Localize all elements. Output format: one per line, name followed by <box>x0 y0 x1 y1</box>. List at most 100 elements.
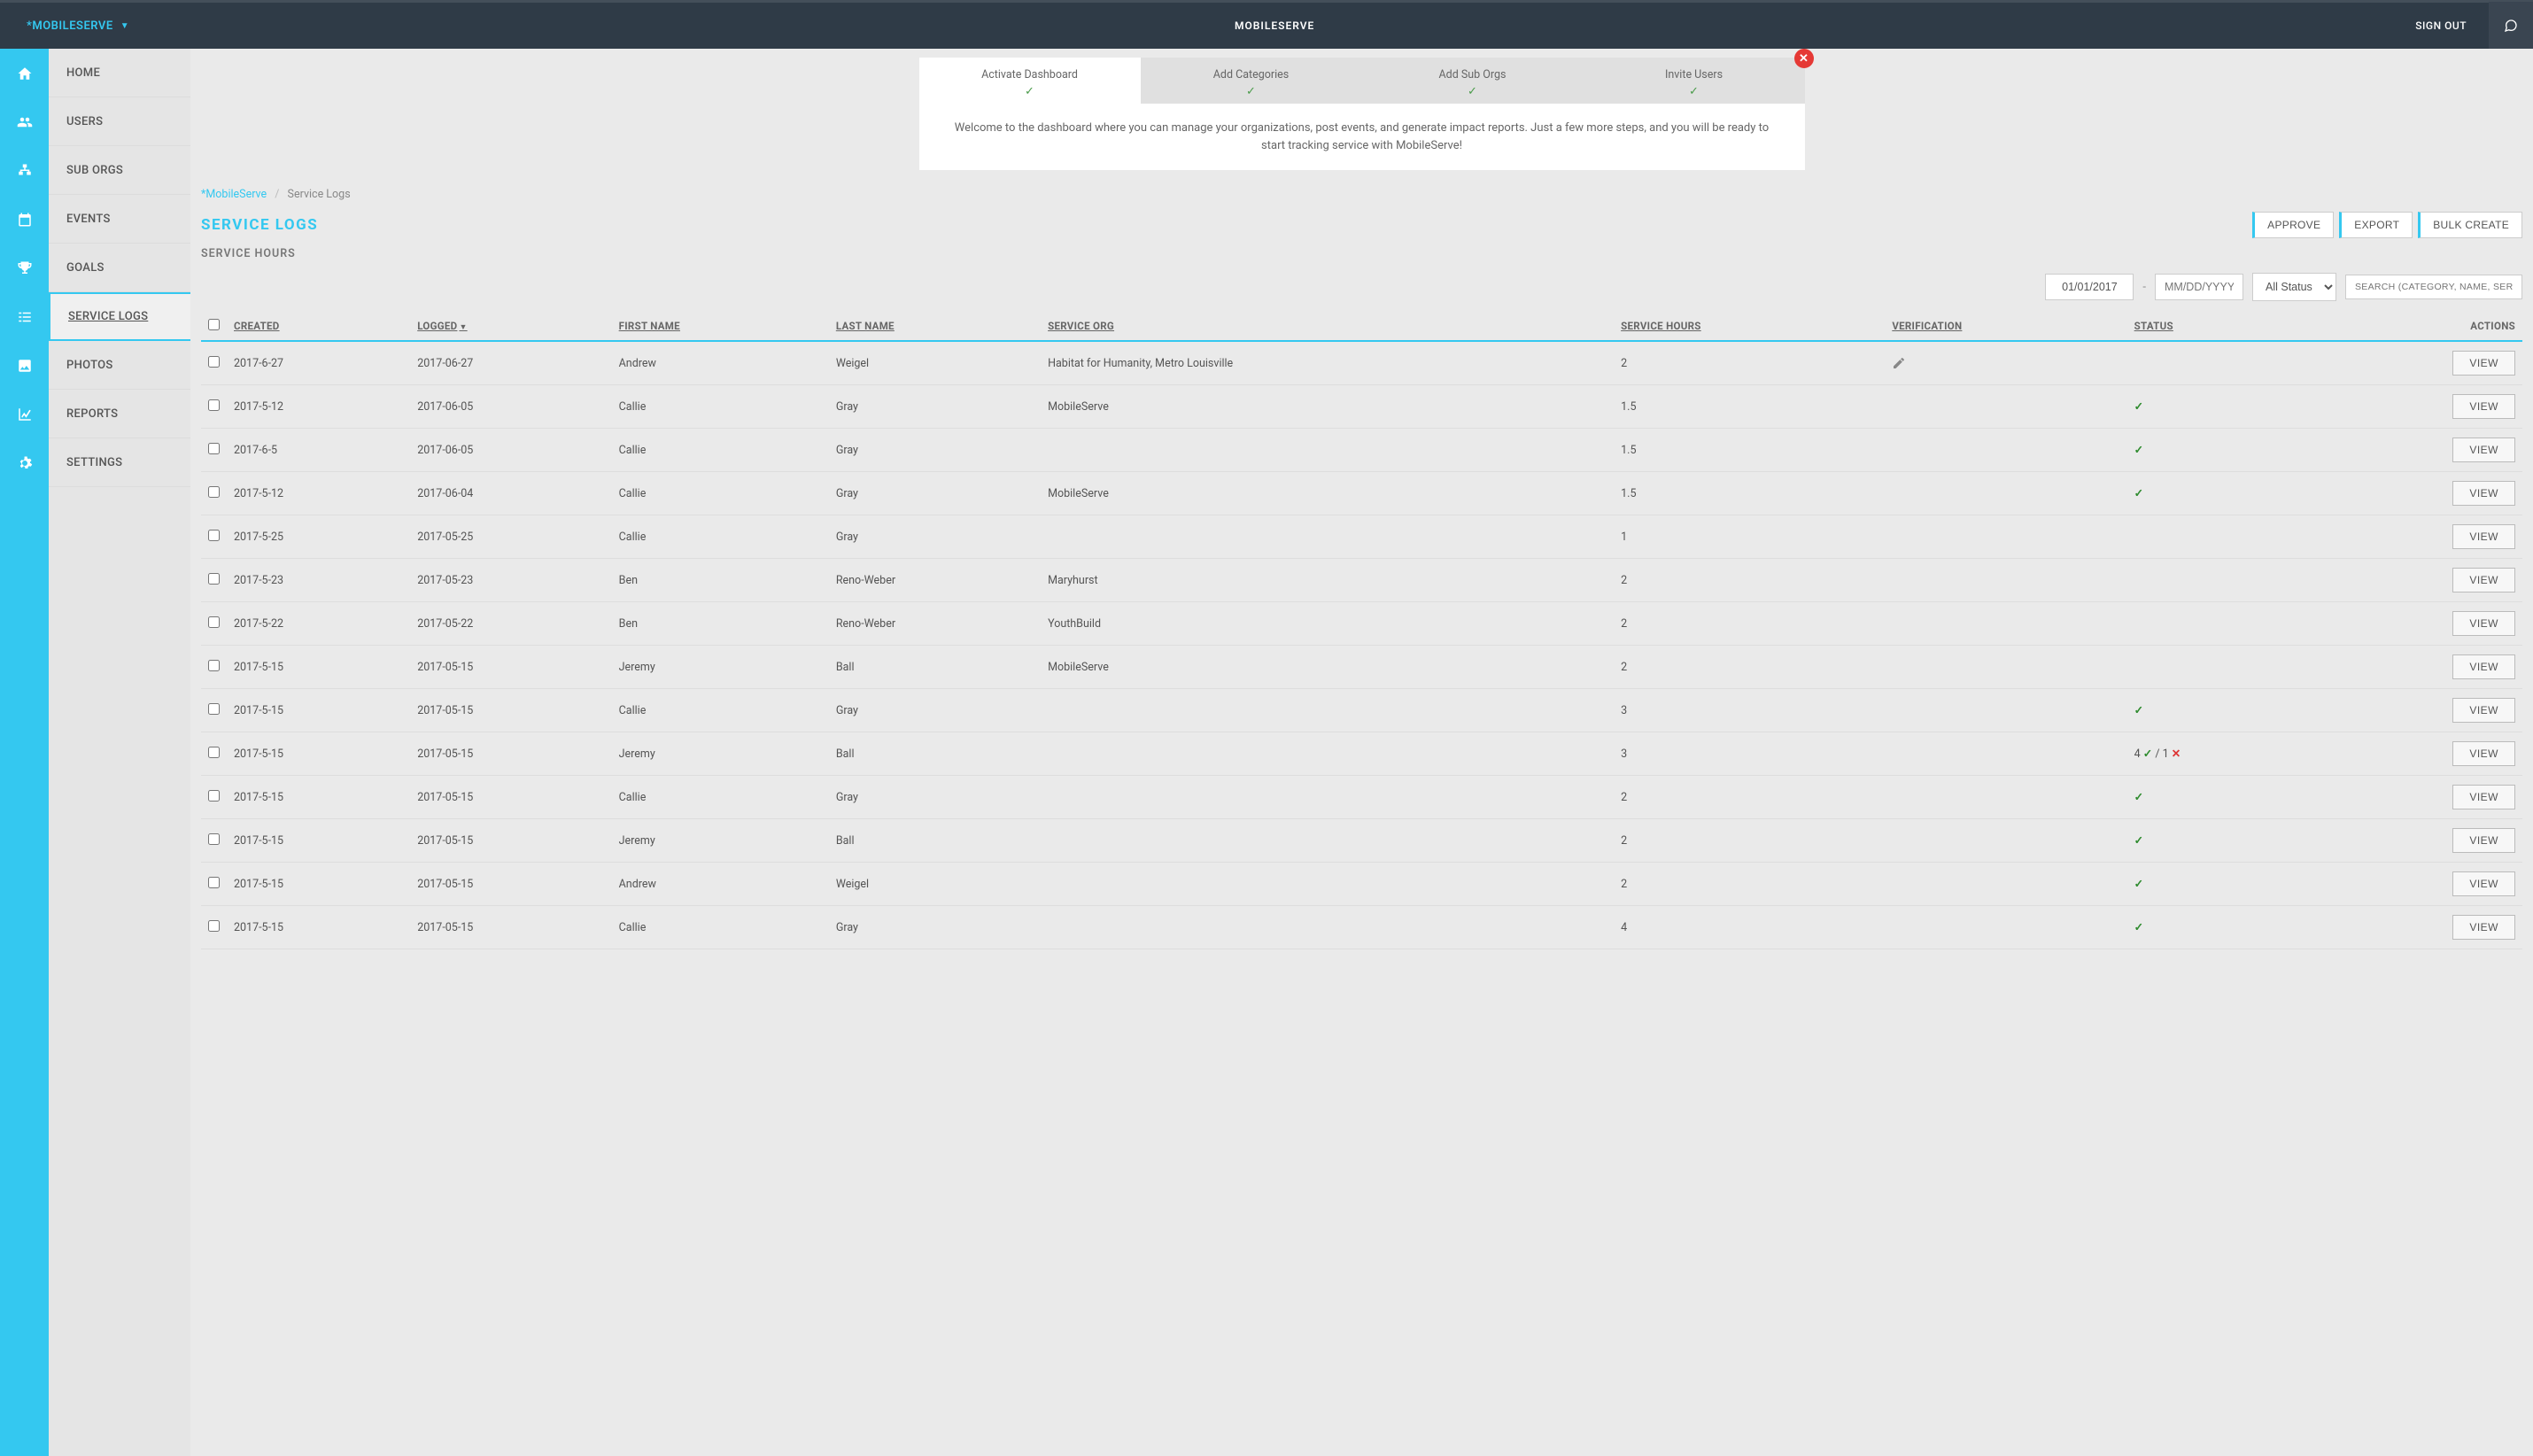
view-button[interactable]: VIEW <box>2452 394 2515 419</box>
sidebar-item-home[interactable]: HOME <box>49 49 190 97</box>
banner-close-button[interactable]: ✕ <box>1794 49 1814 68</box>
th-verification[interactable]: VERIFICATION <box>1885 312 2126 341</box>
org-label: *MOBILESERVE <box>27 19 113 33</box>
view-button[interactable]: VIEW <box>2452 351 2515 376</box>
sidebar-item-settings[interactable]: SETTINGS <box>49 438 190 487</box>
sidebar-item-reports[interactable]: REPORTS <box>49 390 190 438</box>
sidebar-item-service-logs[interactable]: SERVICE LOGS <box>49 292 190 341</box>
view-button[interactable]: VIEW <box>2452 481 2515 506</box>
th-status[interactable]: STATUS <box>2127 312 2302 341</box>
row-checkbox[interactable] <box>208 616 220 628</box>
cell-verification <box>1885 341 2126 385</box>
approve-button[interactable]: APPROVE <box>2252 212 2334 238</box>
section-subtitle: SERVICE HOURS <box>201 247 2522 260</box>
row-checkbox[interactable] <box>208 877 220 888</box>
cell-created: 2017-5-22 <box>227 602 410 646</box>
breadcrumb-root[interactable]: *MobileServe <box>201 188 267 201</box>
cog-icon <box>17 455 33 471</box>
row-checkbox[interactable] <box>208 833 220 845</box>
row-checkbox[interactable] <box>208 747 220 758</box>
cell-logged: 2017-05-15 <box>410 689 611 732</box>
row-checkbox[interactable] <box>208 790 220 802</box>
row-checkbox[interactable] <box>208 356 220 368</box>
bulk-create-button[interactable]: BULK CREATE <box>2418 212 2522 238</box>
signout-link[interactable]: SIGN OUT <box>2393 19 2489 32</box>
status-mixed: 4 ✓ / 1 ✕ <box>2134 747 2181 761</box>
banner-step[interactable]: Add Sub Orgs✓ <box>1362 58 1584 104</box>
cell-hours: 2 <box>1614 341 1885 385</box>
date-to-input[interactable] <box>2155 274 2243 300</box>
rail-list-icon[interactable] <box>0 292 49 341</box>
th-logged[interactable]: LOGGED▼ <box>410 312 611 341</box>
view-button[interactable]: VIEW <box>2452 785 2515 809</box>
row-checkbox[interactable] <box>208 660 220 671</box>
view-button[interactable]: VIEW <box>2452 741 2515 766</box>
th-created[interactable]: CREATED <box>227 312 410 341</box>
row-checkbox[interactable] <box>208 703 220 715</box>
rail-trophy-icon[interactable] <box>0 244 49 292</box>
cell-org <box>1041 429 1614 472</box>
sidebar-item-photos[interactable]: PHOTOS <box>49 341 190 390</box>
cell-last: Ball <box>829 732 1041 776</box>
cell-hours: 1 <box>1614 515 1885 559</box>
cell-org: YouthBuild <box>1041 602 1614 646</box>
cell-created: 2017-5-15 <box>227 732 410 776</box>
banner-step-label: Add Sub Orgs <box>1362 68 1584 81</box>
view-button[interactable]: VIEW <box>2452 438 2515 462</box>
sidebar-item-users[interactable]: USERS <box>49 97 190 146</box>
cell-org: MobileServe <box>1041 385 1614 429</box>
th-service-org[interactable]: SERVICE ORG <box>1041 312 1614 341</box>
cell-verification <box>1885 602 2126 646</box>
view-button[interactable]: VIEW <box>2452 698 2515 723</box>
status-select[interactable]: All Statuses <box>2252 273 2336 301</box>
pencil-icon[interactable] <box>1892 356 1906 370</box>
banner-step[interactable]: Invite Users✓ <box>1584 58 1805 104</box>
sidebar-item-goals[interactable]: GOALS <box>49 244 190 292</box>
banner-step[interactable]: Activate Dashboard✓ <box>919 58 1141 104</box>
sidebar-item-sub-orgs[interactable]: SUB ORGS <box>49 146 190 195</box>
row-checkbox[interactable] <box>208 443 220 454</box>
rail-cog-icon[interactable] <box>0 438 49 487</box>
status-check-icon: ✓ <box>2134 444 2143 457</box>
export-button[interactable]: EXPORT <box>2339 212 2413 238</box>
cell-logged: 2017-05-15 <box>410 732 611 776</box>
rail-image-icon[interactable] <box>0 341 49 390</box>
view-button[interactable]: VIEW <box>2452 871 2515 896</box>
th-last-name[interactable]: LAST NAME <box>829 312 1041 341</box>
view-button[interactable]: VIEW <box>2452 568 2515 592</box>
select-all-checkbox[interactable] <box>208 319 220 330</box>
status-check-icon: ✓ <box>2134 791 2143 804</box>
row-checkbox[interactable] <box>208 573 220 585</box>
rail-calendar-icon[interactable] <box>0 195 49 244</box>
row-checkbox[interactable] <box>208 486 220 498</box>
table-row: 2017-5-152017-05-15CallieGray2✓VIEW <box>201 776 2522 819</box>
cell-status: ✓ <box>2127 906 2302 949</box>
row-checkbox[interactable] <box>208 530 220 541</box>
topbar: *MOBILESERVE ▼ MOBILESERVE SIGN OUT <box>0 0 2533 49</box>
rail-home-icon[interactable] <box>0 49 49 97</box>
cell-hours: 2 <box>1614 863 1885 906</box>
date-from-input[interactable] <box>2045 274 2134 300</box>
view-button[interactable]: VIEW <box>2452 915 2515 940</box>
cell-org <box>1041 732 1614 776</box>
sidebar-item-events[interactable]: EVENTS <box>49 195 190 244</box>
cell-verification <box>1885 906 2126 949</box>
status-check-icon: ✓ <box>2134 834 2143 848</box>
cell-logged: 2017-05-23 <box>410 559 611 602</box>
org-dropdown[interactable]: *MOBILESERVE ▼ <box>0 19 156 33</box>
view-button[interactable]: VIEW <box>2452 654 2515 679</box>
banner-step[interactable]: Add Categories✓ <box>1141 58 1362 104</box>
search-input[interactable] <box>2345 275 2522 299</box>
th-first-name[interactable]: FIRST NAME <box>612 312 829 341</box>
view-button[interactable]: VIEW <box>2452 611 2515 636</box>
row-checkbox[interactable] <box>208 920 220 932</box>
view-button[interactable]: VIEW <box>2452 524 2515 549</box>
rail-sitemap-icon[interactable] <box>0 146 49 195</box>
chat-button[interactable] <box>2489 2 2533 50</box>
rail-users-icon[interactable] <box>0 97 49 146</box>
th-service-hours[interactable]: SERVICE HOURS <box>1614 312 1885 341</box>
table-row: 2017-5-122017-06-05CallieGrayMobileServe… <box>201 385 2522 429</box>
view-button[interactable]: VIEW <box>2452 828 2515 853</box>
rail-chart-icon[interactable] <box>0 390 49 438</box>
row-checkbox[interactable] <box>208 399 220 411</box>
